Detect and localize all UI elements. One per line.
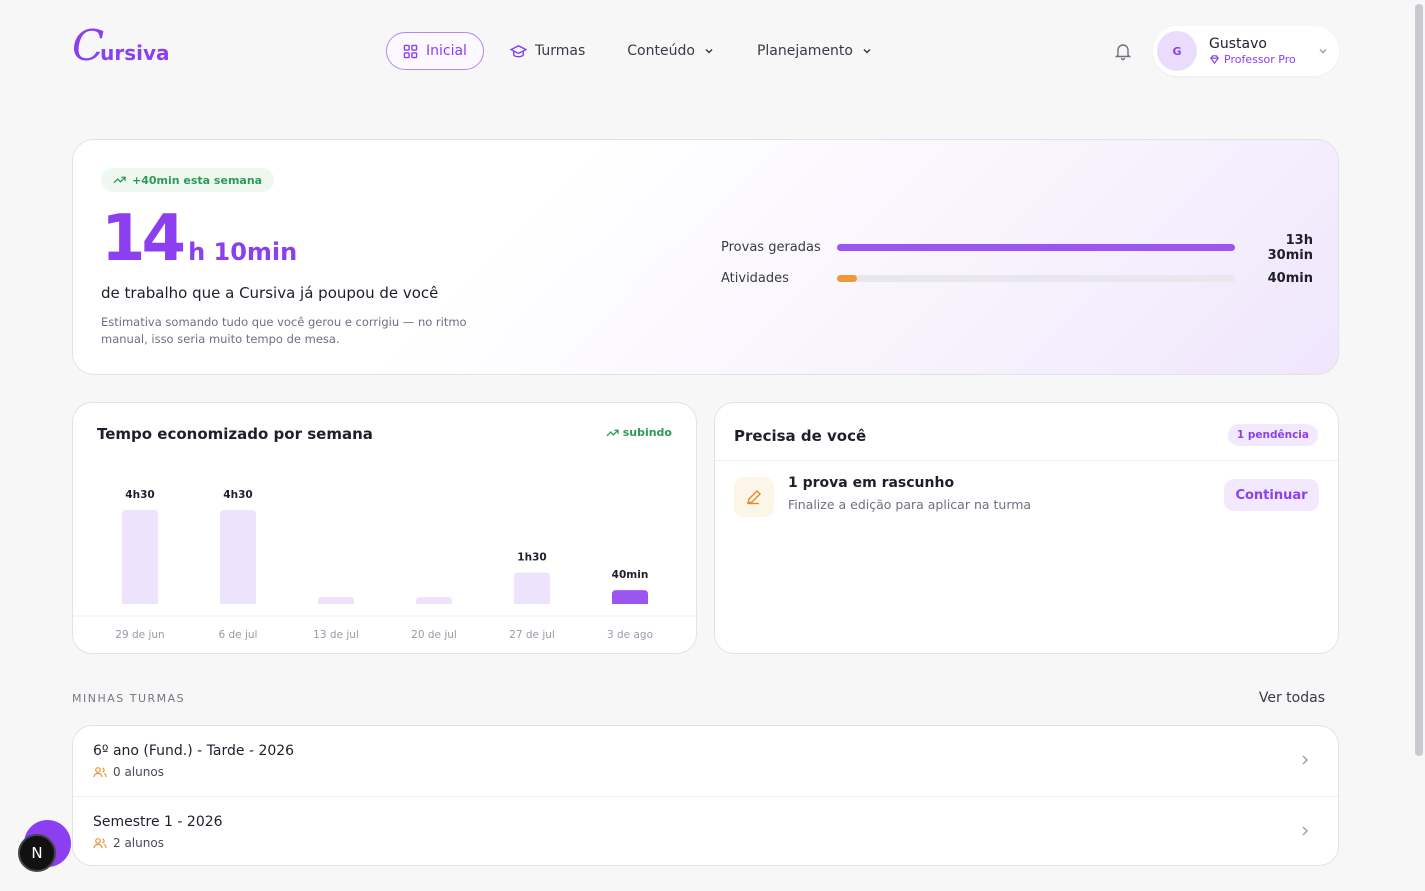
weekly-gain-badge: +40min esta semana — [101, 168, 275, 192]
x-tick-label: 6 de jul — [219, 629, 258, 641]
x-tick-label: 13 de jul — [313, 629, 359, 641]
hero-subtitle: de trabalho que a Cursiva já poupou de v… — [101, 284, 439, 302]
x-tick-label: 27 de jul — [509, 629, 555, 641]
x-tick-label: 20 de jul — [411, 629, 457, 641]
task-title: 1 prova em rascunho — [788, 475, 955, 491]
breakdown-label: Atividades — [721, 271, 789, 286]
total-hours: 14 — [101, 202, 186, 276]
class-row[interactable]: 6º ano (Fund.) - Tarde - 2026 0 alunos — [73, 726, 1338, 796]
grid-icon — [403, 44, 418, 58]
chart-bar — [612, 590, 648, 604]
needs-title: Precisa de você — [734, 427, 867, 445]
chart-bar — [416, 597, 452, 604]
bar-value-label: 4h30 — [125, 489, 154, 501]
nav-planejamento-label: Planejamento — [756, 43, 853, 59]
chevron-right-icon — [1302, 826, 1308, 836]
continue-button[interactable]: Continuar — [1224, 479, 1319, 511]
main-nav: Inicial Turmas Conteúdo Planejamento — [386, 32, 889, 70]
nav-turmas-label: Turmas — [534, 43, 586, 59]
total-time-saved: 14 h 10min — [101, 204, 297, 274]
cursiva-logo[interactable]: C ursiva — [72, 25, 170, 67]
nav-conteudo-label: Conteúdo — [627, 43, 695, 59]
time-breakdown: Provas geradas 13h 30min Atividades 40mi… — [721, 232, 1313, 294]
time-saved-hero: +40min esta semana 14 h 10min de trabalh… — [72, 139, 1339, 375]
breakdown-fill — [837, 275, 857, 282]
task-subtitle: Finalize a edição para aplicar na turma — [788, 497, 1032, 512]
chart-bar — [318, 597, 354, 604]
bar-value-label: 40min — [612, 569, 649, 581]
class-students: 2 alunos — [93, 836, 164, 850]
dev-tools-badge[interactable]: N — [18, 834, 56, 872]
class-student-count: 2 alunos — [113, 836, 164, 850]
class-students: 0 alunos — [93, 765, 164, 779]
chart-bar — [514, 572, 550, 604]
weekly-gain-text: +40min esta semana — [132, 173, 263, 187]
breakdown-row: Provas geradas 13h 30min — [721, 232, 1313, 263]
chevron-right-icon — [1302, 755, 1308, 765]
class-name: Semestre 1 - 2026 — [93, 814, 223, 830]
breakdown-track — [837, 244, 1235, 251]
chevron-down-icon — [863, 48, 871, 54]
chart-bar — [220, 510, 256, 604]
notifications-button[interactable] — [1113, 41, 1133, 65]
chevron-down-icon — [705, 48, 713, 54]
graduation-cap-icon — [509, 44, 527, 57]
task-icon-box — [734, 477, 774, 517]
users-icon — [93, 767, 107, 778]
class-student-count: 0 alunos — [113, 765, 164, 779]
avatar: G — [1157, 31, 1197, 71]
needs-header: Precisa de você 1 pendência — [715, 403, 1338, 461]
breakdown-value: 13h 30min — [1267, 232, 1313, 263]
weekly-savings-card: Tempo economizado por semana subindo 4h3… — [72, 402, 698, 654]
hero-description: Estimativa somando tudo que você gerou e… — [101, 315, 467, 346]
section-label-turmas: MINHAS TURMAS — [72, 692, 186, 705]
user-name: Gustavo — [1209, 36, 1267, 52]
nav-inicial-label: Inicial — [426, 43, 467, 59]
chevron-down-icon — [1319, 49, 1327, 54]
class-name: 6º ano (Fund.) - Tarde - 2026 — [93, 743, 295, 759]
bell-icon — [1114, 44, 1132, 61]
breakdown-row: Atividades 40min — [721, 263, 1313, 294]
pending-badge: 1 pendência — [1227, 424, 1318, 446]
see-all-link[interactable]: Ver todas — [1259, 690, 1325, 706]
nav-turmas[interactable]: Turmas — [494, 32, 601, 70]
classes-list: 6º ano (Fund.) - Tarde - 2026 0 alunos S… — [72, 725, 1339, 866]
user-role: Professor Pro — [1209, 53, 1317, 66]
needs-you-card: Precisa de você 1 pendência 1 prova em r… — [714, 402, 1339, 654]
nav-conteudo[interactable]: Conteúdo — [611, 32, 731, 70]
pencil-icon — [747, 490, 761, 505]
breakdown-value: 40min — [1267, 271, 1313, 286]
x-tick-label: 3 de ago — [607, 629, 653, 641]
bar-value-label: 4h30 — [223, 489, 252, 501]
total-minutes: h 10min — [188, 238, 298, 266]
weekly-bar-chart: 4h30 29 de jun 4h30 6 de jul 13 de jul 20 de … — [73, 489, 698, 641]
breakdown-label: Provas geradas — [721, 240, 821, 255]
bar-value-label: 1h30 — [517, 552, 546, 564]
page-scrollbar[interactable] — [1415, 4, 1423, 756]
class-row[interactable]: Semestre 1 - 2026 2 alunos — [73, 796, 1338, 866]
logo-text: ursiva — [100, 41, 170, 65]
x-tick-label: 29 de jun — [115, 629, 164, 641]
profile-menu[interactable]: G Gustavo Professor Pro — [1153, 26, 1339, 76]
pending-task: 1 prova em rascunho Finalize a edição pa… — [734, 475, 1319, 517]
diamond-icon — [1210, 55, 1219, 65]
user-role-label: Professor Pro — [1224, 53, 1296, 66]
breakdown-track — [837, 275, 1235, 282]
chart-bar — [122, 510, 158, 604]
trending-up-icon — [113, 176, 126, 184]
users-icon — [93, 838, 107, 849]
nav-inicial[interactable]: Inicial — [386, 32, 484, 70]
nav-planejamento[interactable]: Planejamento — [741, 32, 889, 70]
breakdown-fill — [837, 244, 1235, 251]
